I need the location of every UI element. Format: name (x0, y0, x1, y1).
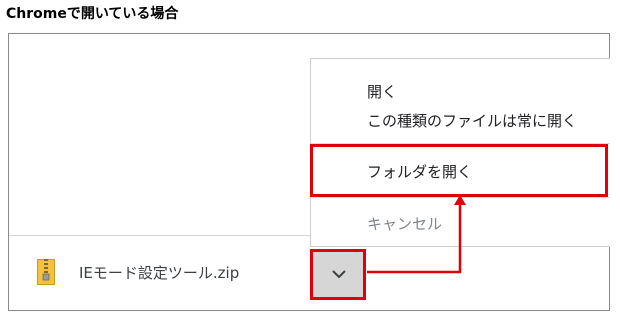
download-file-name: IEモード設定ツール.zip (79, 264, 240, 282)
download-context-menu: 開く この種類のファイルは常に開く フォルダを開く キャンセル (310, 58, 610, 247)
menu-item-always-open-type[interactable]: この種類のファイルは常に開く (367, 110, 577, 131)
menu-separator (311, 143, 610, 144)
page-heading: Chromeで開いている場合 (6, 6, 179, 22)
download-menu-button[interactable] (310, 249, 366, 300)
menu-item-cancel: キャンセル (367, 215, 443, 233)
chevron-down-icon (332, 270, 346, 279)
menu-item-show-in-folder[interactable]: フォルダを開く (367, 161, 472, 182)
browser-window: IEモード設定ツール.zip 開く この種類のファイルは常に開く フォルダを開く… (8, 33, 610, 311)
menu-item-open[interactable]: 開く (367, 81, 397, 102)
menu-separator (311, 197, 610, 198)
zip-folder-icon (37, 259, 55, 285)
